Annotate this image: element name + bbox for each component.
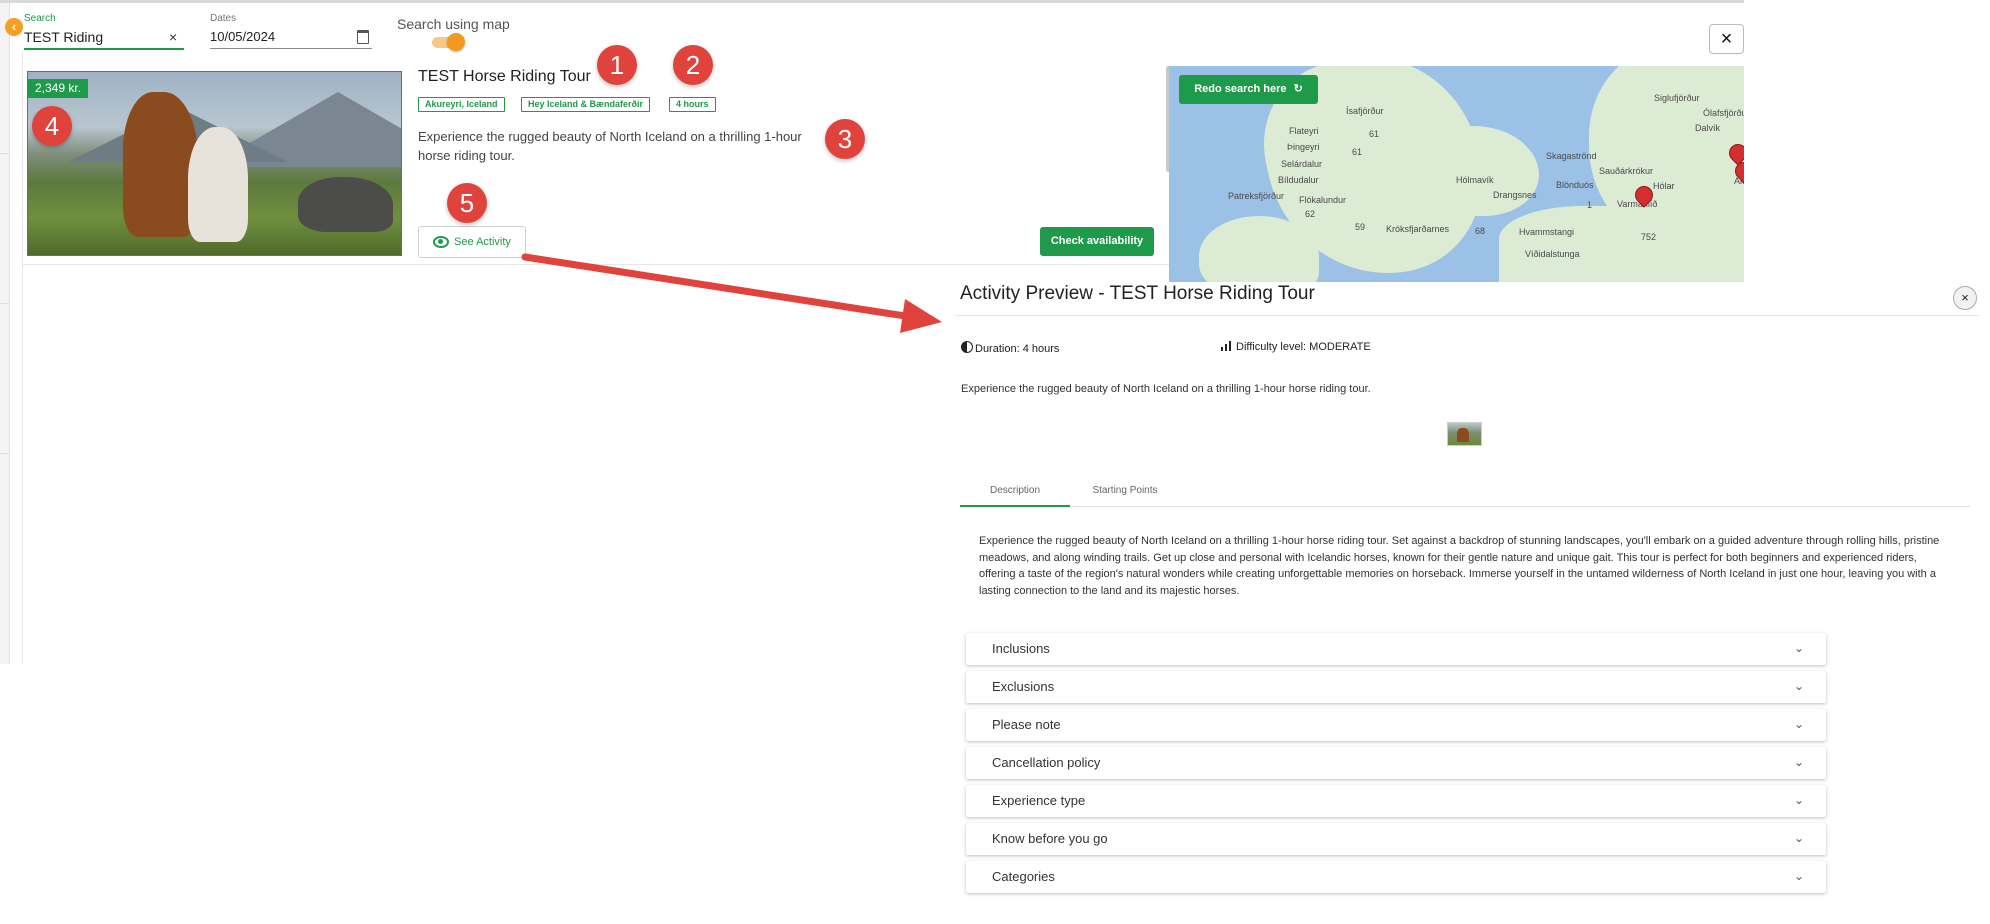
callout-3: 3 <box>825 119 865 159</box>
callout-4: 4 <box>32 106 72 146</box>
annotation-arrow <box>521 253 942 333</box>
callout-1: 1 <box>597 45 637 85</box>
callout-5: 5 <box>447 183 487 223</box>
callout-2: 2 <box>673 45 713 85</box>
arrow-head <box>900 299 942 333</box>
arrow-line <box>521 253 922 322</box>
